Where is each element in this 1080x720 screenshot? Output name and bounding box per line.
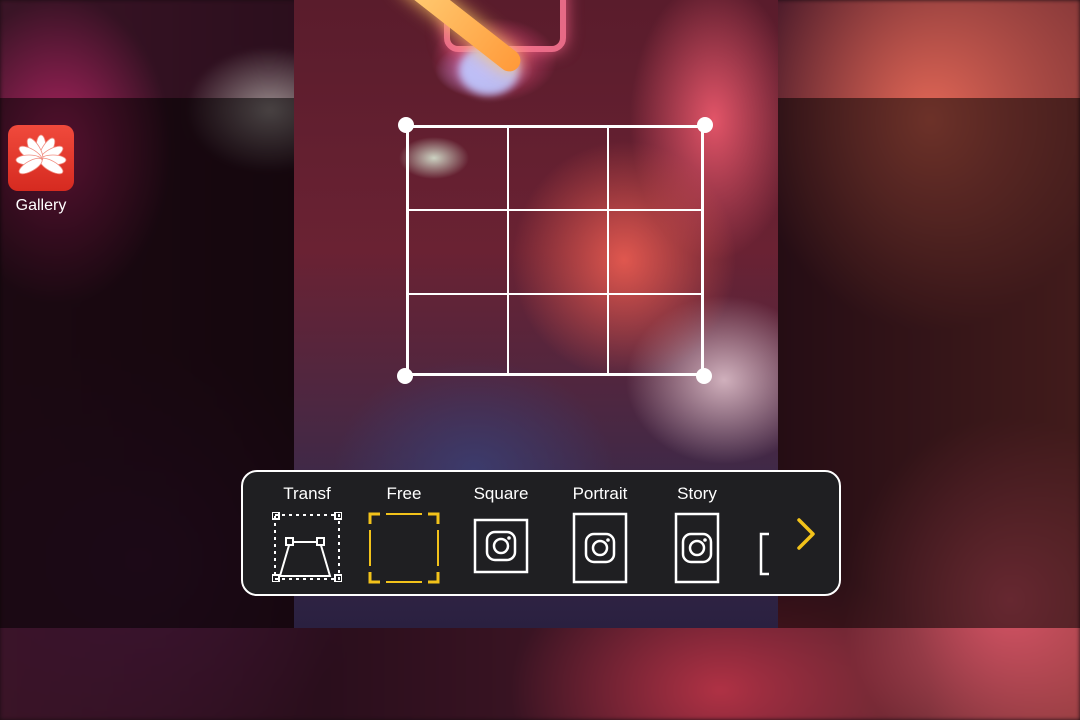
crop-option-label: Square [473, 484, 529, 503]
crop-option-transform[interactable]: Transf [259, 484, 355, 582]
crop-option-label: Story [677, 484, 717, 503]
grid-line-vertical [607, 128, 609, 373]
gallery-flower-icon [8, 125, 74, 191]
crop-option-partial-icon[interactable] [759, 532, 773, 576]
instagram-square-icon [473, 518, 529, 574]
crop-handle-top-right[interactable] [697, 117, 713, 133]
crop-option-label: Free [386, 484, 422, 503]
crop-option-label: Portrait [572, 484, 628, 503]
crop-option-label: Transf [283, 484, 331, 503]
crop-option-portrait[interactable]: Portrait [552, 484, 648, 584]
gallery-app[interactable]: Gallery [8, 125, 74, 215]
crop-option-free[interactable]: Free [356, 484, 452, 584]
free-crop-icon [368, 512, 440, 584]
grid-line-horizontal [409, 293, 701, 295]
instagram-portrait-icon [572, 512, 628, 584]
crop-frame[interactable] [406, 125, 704, 376]
crop-option-square[interactable]: Square [453, 484, 549, 574]
perspective-transform-icon [272, 512, 342, 582]
gallery-app-label: Gallery [15, 197, 67, 214]
crop-option-story[interactable]: Story [649, 484, 745, 584]
crop-handle-bottom-right[interactable] [696, 368, 712, 384]
photo-editor-screen: Gallery Transf Free Square Portrait Stor… [0, 0, 1080, 720]
crop-handle-bottom-left[interactable] [397, 368, 413, 384]
grid-line-vertical [507, 128, 509, 373]
crop-toolbar: Transf Free Square Portrait Story [241, 470, 841, 596]
chevron-right-icon[interactable] [791, 514, 821, 554]
instagram-story-icon [674, 512, 720, 584]
crop-handle-top-left[interactable] [398, 117, 414, 133]
grid-line-horizontal [409, 209, 701, 211]
